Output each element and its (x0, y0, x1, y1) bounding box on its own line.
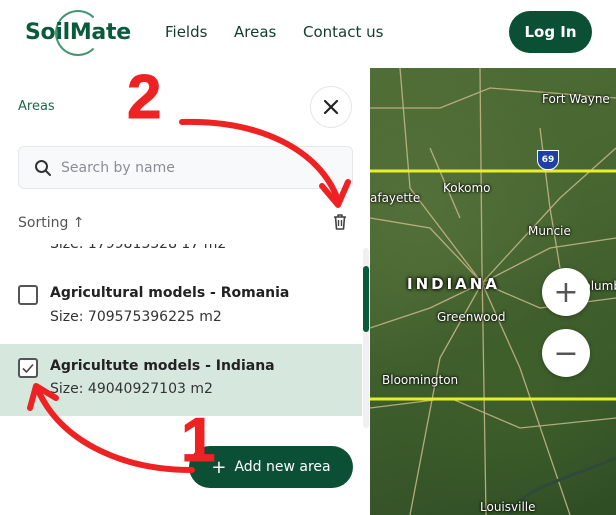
map-view[interactable]: 69 Fort Wayne Kokomo afayette Muncie Gre… (370, 68, 616, 515)
item-size: Size: 49040927103 m2 (50, 381, 213, 397)
nav-areas[interactable]: Areas (234, 23, 276, 41)
city-label: Muncie (528, 224, 571, 238)
city-label: Greenwood (437, 310, 506, 324)
nav-contact-us[interactable]: Contact us (303, 23, 383, 41)
item-size: Size: 709575396225 m2 (50, 309, 222, 325)
nav-fields[interactable]: Fields (165, 23, 207, 41)
annotation-step-1: 1 (180, 406, 216, 476)
panel-title: Areas (18, 99, 55, 114)
app-root: 69 Fort Wayne Kokomo afayette Muncie Gre… (0, 0, 616, 515)
interstate-shield-icon: 69 (537, 150, 559, 170)
search-icon (35, 160, 51, 176)
list-item[interactable]: Agricultural models - Romania Size: 7095… (0, 276, 362, 344)
search-input[interactable] (61, 147, 341, 188)
logo-text: SoilMate (25, 20, 131, 45)
item-name: Agricultute models - Indiana (50, 358, 275, 374)
city-label: Kokomo (443, 181, 491, 195)
close-icon (323, 99, 339, 115)
item-checkbox[interactable] (18, 285, 38, 305)
annotation-step-2: 2 (126, 63, 162, 133)
sorting-toggle[interactable]: Sorting ↑ (18, 215, 85, 231)
list-scrollbar[interactable] (363, 248, 369, 428)
login-button[interactable]: Log In (509, 11, 592, 53)
zoom-in-button[interactable]: + (542, 268, 590, 316)
search-box (18, 146, 353, 189)
minus-icon: − (553, 335, 579, 371)
interstate-label: 69 (541, 155, 555, 165)
checkmark-icon (22, 363, 34, 374)
item-name: Agricultural models - Romania (50, 285, 290, 301)
close-panel-button[interactable] (310, 86, 352, 128)
item-checkbox-checked[interactable] (18, 358, 38, 378)
city-label: Fort Wayne (542, 92, 610, 106)
trash-icon[interactable] (330, 212, 350, 232)
state-label: INDIANA (407, 275, 500, 293)
add-label: Add new area (234, 459, 331, 475)
plus-icon: + (553, 274, 579, 310)
city-label: Louisville (480, 500, 536, 514)
top-header: SoilMate Fields Areas Contact us Log In (0, 0, 616, 66)
scrollbar-thumb[interactable] (363, 266, 369, 332)
city-label: Bloomington (382, 373, 459, 387)
zoom-out-button[interactable]: − (542, 329, 590, 377)
city-label: afayette (370, 191, 421, 205)
login-label: Log In (524, 23, 577, 41)
